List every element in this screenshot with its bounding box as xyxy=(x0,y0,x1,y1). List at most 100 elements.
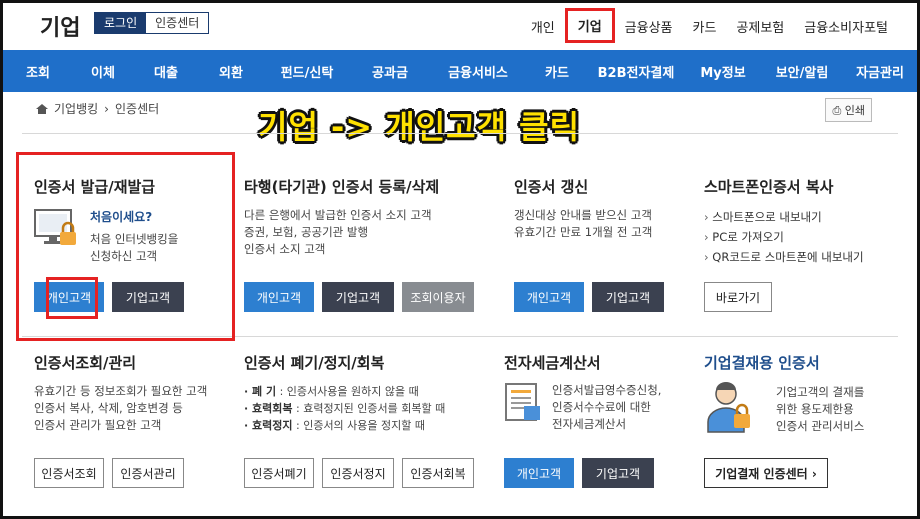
card-desc: 인증서수수료에 대한 xyxy=(552,400,651,414)
revoke-row: · 효력정지 : 인증서의 사용을 정지할 때 xyxy=(244,417,445,434)
mainnav-item[interactable]: 대출 xyxy=(133,62,199,81)
topnav-insurance[interactable]: 공제보험 xyxy=(726,14,794,49)
mainnav-item[interactable]: 자금관리 xyxy=(843,62,917,81)
other-inquiry-button[interactable]: 조회이용자 xyxy=(402,282,474,312)
print-label: 인쇄 xyxy=(844,104,865,117)
breadcrumb-home[interactable]: 기업뱅킹 xyxy=(54,100,98,117)
card-renew-buttons: 개인고객 기업고객 xyxy=(514,282,664,312)
highlight-box xyxy=(46,277,98,319)
revoke-value: : 인증서의 사용을 정지할 때 xyxy=(292,419,426,432)
card-tax-buttons: 개인고객 기업고객 xyxy=(504,458,654,488)
revoke-row: · 폐 기 : 인증서사용을 원하지 않을 때 xyxy=(244,383,445,400)
card-desc: 전자세금계산서 xyxy=(552,417,627,431)
smart-import-link[interactable]: PC로 가져오기 xyxy=(704,227,864,247)
card-desc: 위한 용도제한용 xyxy=(776,402,854,416)
home-icon[interactable] xyxy=(36,103,48,114)
main-nav: 조회 이체 대출 외환 펀드/신탁 공과금 금융서비스 카드 B2B전자결제 M… xyxy=(3,50,917,92)
renew-personal-button[interactable]: 개인고객 xyxy=(514,282,584,312)
topnav-personal[interactable]: 개인 xyxy=(521,14,565,49)
card-revoke-buttons: 인증서폐기 인증서정지 인증서회복 xyxy=(244,458,474,488)
document-icon xyxy=(504,382,544,422)
cert-manage-button[interactable]: 인증서관리 xyxy=(112,458,184,488)
card-revoke: 인증서 폐기/정지/회복 · 폐 기 : 인증서사용을 원하지 않을 때 · 효… xyxy=(244,352,445,434)
cert-center-button[interactable]: 인증센터 xyxy=(146,13,209,33)
other-business-button[interactable]: 기업고객 xyxy=(322,282,394,312)
card-desc: 인증서 소지 고객 xyxy=(244,242,326,256)
mainnav-item[interactable]: 공과금 xyxy=(351,62,429,81)
person-lock-icon xyxy=(704,380,754,434)
card-title: 인증서 폐기/정지/회복 xyxy=(244,354,385,372)
revoke-value: : 효력정지된 인증서를 회복할 때 xyxy=(292,402,446,415)
card-desc: 기업고객의 결재를 xyxy=(776,385,865,399)
mainnav-item[interactable]: B2B전자결제 xyxy=(587,62,685,81)
revoke-key: · 효력회복 xyxy=(244,402,293,415)
smart-qr-link[interactable]: QR코드로 스마트폰에 내보내기 xyxy=(704,247,863,267)
card-title: 기업결재용 인증서 xyxy=(704,354,820,372)
tax-personal-button[interactable]: 개인고객 xyxy=(504,458,574,488)
mainnav-item[interactable]: 카드 xyxy=(527,62,587,81)
card-desc: 다른 은행에서 발급한 인증서 소지 고객 xyxy=(244,208,432,222)
annotation-caption: 기업 -> 개인고객 클릭 xyxy=(258,108,581,146)
mainnav-item[interactable]: 이체 xyxy=(73,62,133,81)
card-manage-buttons: 인증서조회 인증서관리 xyxy=(34,458,184,488)
suspend-button[interactable]: 인증서정지 xyxy=(322,458,394,488)
card-tax: 전자세금계산서 인증서발급영수증신청, 인증서수수료에 대한 전자세금계산서 xyxy=(504,352,661,431)
mainnav-item[interactable]: 조회 xyxy=(3,62,73,81)
mainnav-item[interactable]: 보안/알림 xyxy=(761,62,843,81)
card-desc: 유효기간 등 정보조회가 필요한 고객 xyxy=(34,384,208,398)
card-smart-buttons: 바로가기 xyxy=(704,282,772,312)
card-manage: 인증서조회/관리 유효기간 등 정보조회가 필요한 고객 인증서 복사, 삭제,… xyxy=(34,352,207,434)
revoke-key: · 폐 기 xyxy=(244,385,277,398)
card-renew: 인증서 갱신 갱신대상 안내를 받으신 고객 유효기간 만료 1개월 전 고객 xyxy=(514,176,652,241)
mainnav-item[interactable]: 펀드/신탁 xyxy=(263,62,351,81)
go-button[interactable]: 바로가기 xyxy=(704,282,772,312)
card-desc: 인증서 관리서비스 xyxy=(776,419,865,433)
card-title: 인증서조회/관리 xyxy=(34,354,137,372)
breadcrumb-current: 인증센터 xyxy=(114,102,160,116)
login-button[interactable]: 로그인 xyxy=(95,13,147,33)
topnav-consumer-portal[interactable]: 금융소비자포털 xyxy=(794,14,898,49)
topnav-card[interactable]: 카드 xyxy=(683,14,727,49)
revoke-row: · 효력회복 : 효력정지된 인증서를 회복할 때 xyxy=(244,400,445,417)
card-payment-buttons: 기업결재 인증센터 › xyxy=(704,458,828,488)
card-title: 전자세금계산서 xyxy=(504,354,601,372)
card-other-bank: 타행(타기관) 인증서 등록/삭제 다른 은행에서 발급한 인증서 소지 고객 … xyxy=(244,176,439,258)
logo[interactable]: 기업 xyxy=(40,10,80,42)
other-personal-button[interactable]: 개인고객 xyxy=(244,282,314,312)
tax-business-button[interactable]: 기업고객 xyxy=(582,458,654,488)
renew-business-button[interactable]: 기업고객 xyxy=(592,282,664,312)
card-title: 스마트폰인증서 복사 xyxy=(704,178,834,196)
card-title: 인증서 갱신 xyxy=(514,178,589,196)
revoke-button[interactable]: 인증서폐기 xyxy=(244,458,314,488)
top-nav: 개인 기업 금융상품 카드 공제보험 금융소비자포털 xyxy=(521,8,898,49)
card-smartphone: 스마트폰인증서 복사 스마트폰으로 내보내기 PC로 가져오기 QR코드로 스마… xyxy=(704,176,864,267)
smart-export-link[interactable]: 스마트폰으로 내보내기 xyxy=(704,207,864,227)
mainnav-item[interactable]: 외환 xyxy=(199,62,263,81)
card-other-buttons: 개인고객 기업고객 조회이용자 xyxy=(244,282,474,312)
mainnav-item[interactable]: My정보 xyxy=(685,62,761,81)
card-desc: 갱신대상 안내를 받으신 고객 xyxy=(514,208,652,222)
cert-inquiry-button[interactable]: 인증서조회 xyxy=(34,458,104,488)
topnav-business[interactable]: 기업 xyxy=(578,20,602,35)
breadcrumb: 기업뱅킹 › 인증센터 xyxy=(36,100,159,117)
chevron-right-icon: › xyxy=(104,101,109,116)
restore-button[interactable]: 인증서회복 xyxy=(402,458,474,488)
top-header: 기업 로그인 인증센터 개인 기업 금융상품 카드 공제보험 금융소비자포털 xyxy=(0,0,920,50)
card-desc: 인증서발급영수증신청, xyxy=(552,383,662,397)
card-title: 타행(타기관) 인증서 등록/삭제 xyxy=(244,178,440,196)
payment-center-button[interactable]: 기업결재 인증센터 › xyxy=(704,458,828,488)
print-button[interactable]: ⎙ 인쇄 xyxy=(825,98,872,122)
printer-icon: ⎙ xyxy=(832,104,845,117)
login-group: 로그인 인증센터 xyxy=(94,12,210,34)
revoke-key: · 효력정지 xyxy=(244,419,293,432)
card-desc: 증권, 보험, 공공기관 발행 xyxy=(244,225,369,239)
mainnav-item[interactable]: 금융서비스 xyxy=(429,62,527,81)
card-desc: 인증서 복사, 삭제, 암호변경 등 xyxy=(34,401,183,415)
card-desc: 인증서 관리가 필요한 고객 xyxy=(34,418,162,432)
topnav-products[interactable]: 금융상품 xyxy=(615,14,683,49)
revoke-value: : 인증서사용을 원하지 않을 때 xyxy=(276,385,419,398)
card-desc: 유효기간 만료 1개월 전 고객 xyxy=(514,225,653,239)
topnav-business-highlight: 기업 xyxy=(564,8,615,43)
card-payment-cert: 기업결재용 인증서 기업고객의 결재를 위한 용도제한용 인증서 관리서비스 xyxy=(704,352,864,433)
divider xyxy=(22,133,898,134)
